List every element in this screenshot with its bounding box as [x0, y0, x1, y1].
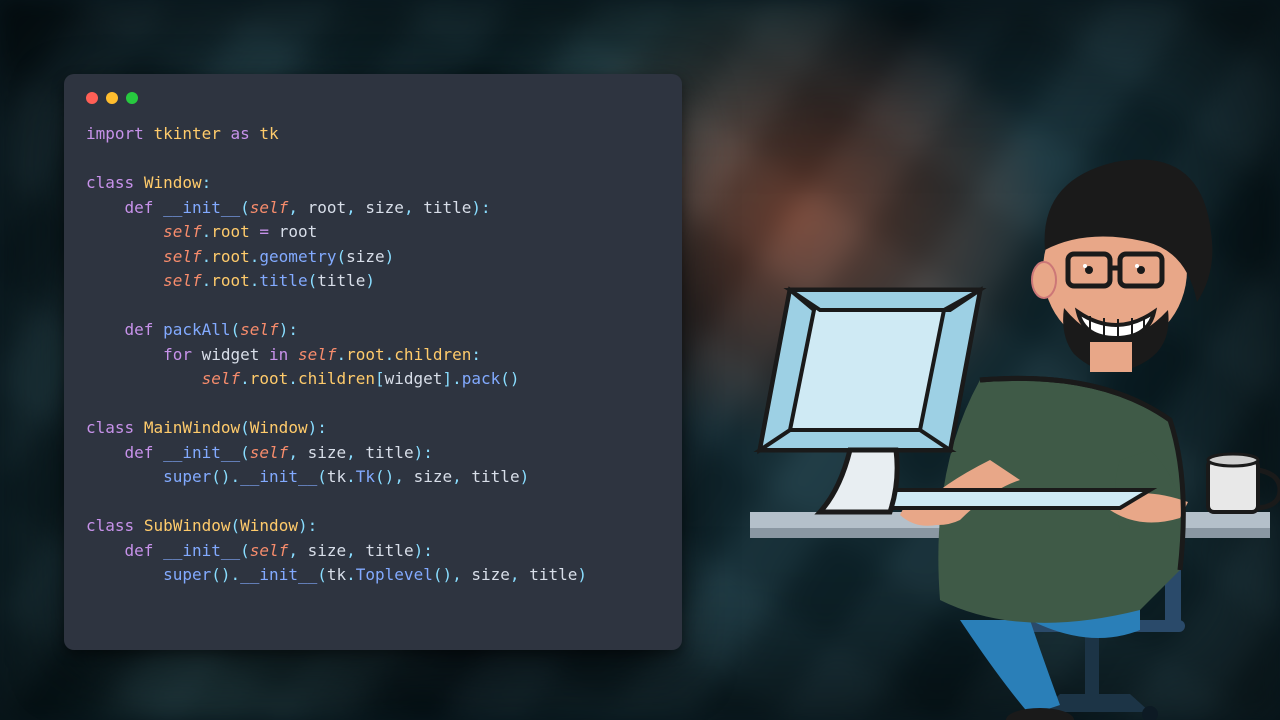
- minimize-icon[interactable]: [106, 92, 118, 104]
- class-mainwindow: MainWindow: [144, 418, 240, 437]
- keyword-as: as: [231, 124, 250, 143]
- code-window: import tkinter as tk class Window: def _…: [64, 74, 682, 650]
- keyword-def: def: [125, 198, 154, 217]
- maximize-icon[interactable]: [126, 92, 138, 104]
- mug: [1208, 454, 1280, 512]
- head: [1032, 159, 1212, 372]
- chair-post: [1085, 632, 1099, 702]
- method-packall: packAll: [163, 320, 230, 339]
- keyboard: [860, 490, 1150, 508]
- class-window: Window: [144, 173, 202, 192]
- class-subwindow: SubWindow: [144, 516, 231, 535]
- keyword-import: import: [86, 124, 144, 143]
- module-tkinter: tkinter: [153, 124, 220, 143]
- method-init: __init__: [163, 198, 240, 217]
- close-icon[interactable]: [86, 92, 98, 104]
- monitor-stand: [820, 450, 897, 512]
- code-block: import tkinter as tk class Window: def _…: [86, 122, 660, 588]
- alias-tk: tk: [259, 124, 278, 143]
- pants: [960, 620, 1060, 715]
- programmer-illustration: [680, 120, 1280, 720]
- window-traffic-lights: [86, 92, 660, 104]
- keyword-class: class: [86, 173, 134, 192]
